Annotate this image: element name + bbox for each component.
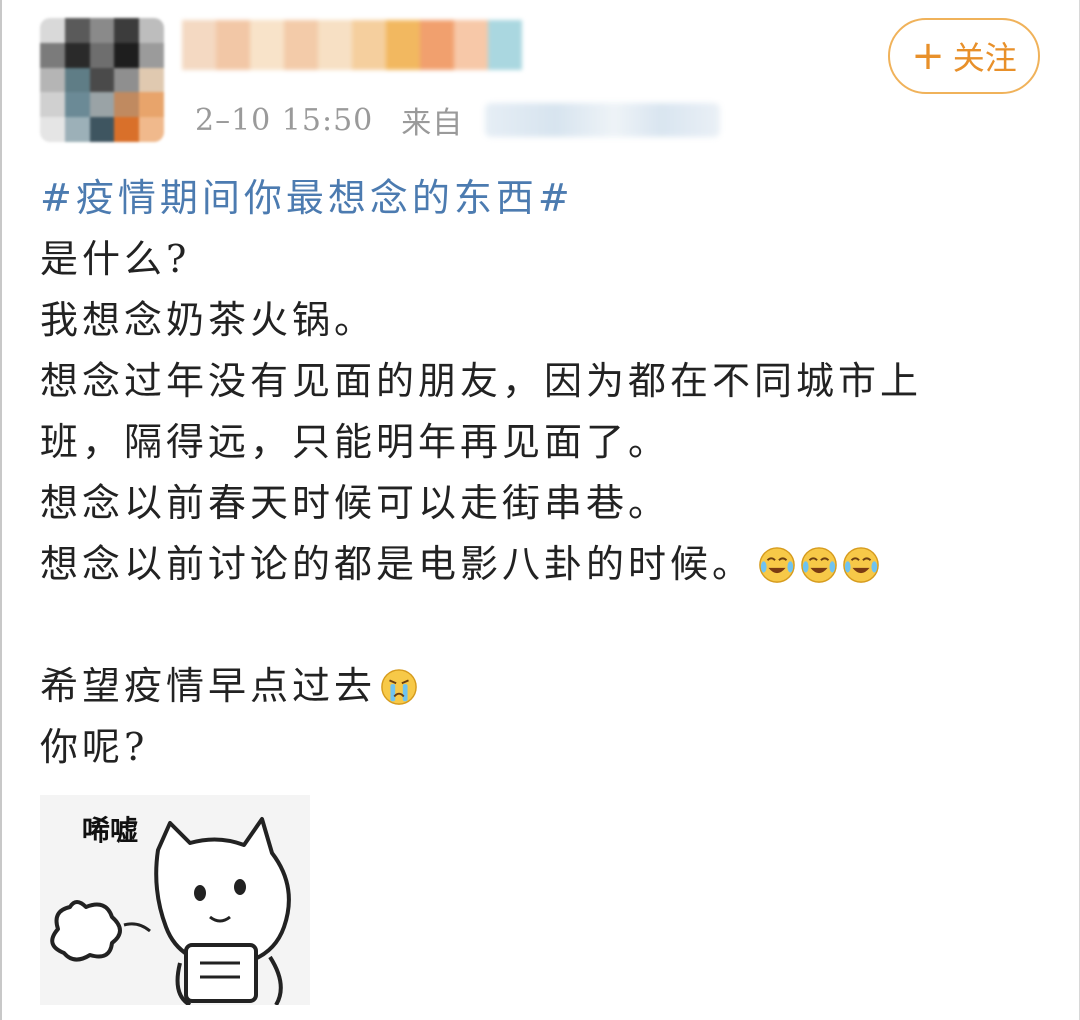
source-label: 来自: [401, 106, 464, 141]
follow-label: 关注: [952, 39, 1017, 77]
follow-button[interactable]: + 关注: [888, 18, 1040, 94]
username[interactable]: [182, 20, 522, 70]
post-line: 是什么?: [40, 237, 191, 281]
cat-drawing: [40, 795, 310, 1007]
source-device[interactable]: [485, 103, 721, 137]
left-border: [0, 0, 2, 1020]
laugh-cry-icon: [843, 546, 879, 583]
post-body: #疫情期间你最想念的东西# 是什么? 我想念奶茶火锅。 想念过年没有见面的朋友，…: [40, 168, 1040, 778]
laugh-cry-icon: [759, 546, 795, 583]
post-line: 想念以前讨论的都是电影八卦的时候。: [40, 542, 755, 586]
sticker-label: 唏嘘: [82, 814, 139, 847]
sighing-cat-sticker[interactable]: 唏嘘: [40, 795, 310, 1007]
timestamp: 2–10 15:50: [195, 102, 374, 138]
post-line: 你呢?: [40, 725, 149, 769]
post-line: 想念以前春天时候可以走街串巷。: [40, 481, 671, 525]
post-meta: 2–10 15:50 来自: [195, 100, 721, 141]
avatar[interactable]: [40, 18, 164, 142]
plus-icon: +: [911, 33, 945, 79]
post-line: 班，隔得远，只能明年再见面了。: [40, 420, 671, 464]
hashtag-link[interactable]: #疫情期间你最想念的东西#: [40, 168, 574, 229]
post-line: 想念过年没有见面的朋友，因为都在不同城市上: [40, 359, 923, 403]
post-line: 希望疫情早点过去: [40, 664, 377, 708]
crying-icon: [381, 668, 417, 705]
post-line: 我想念奶茶火锅。: [40, 298, 377, 342]
laugh-cry-icon: [801, 546, 837, 583]
